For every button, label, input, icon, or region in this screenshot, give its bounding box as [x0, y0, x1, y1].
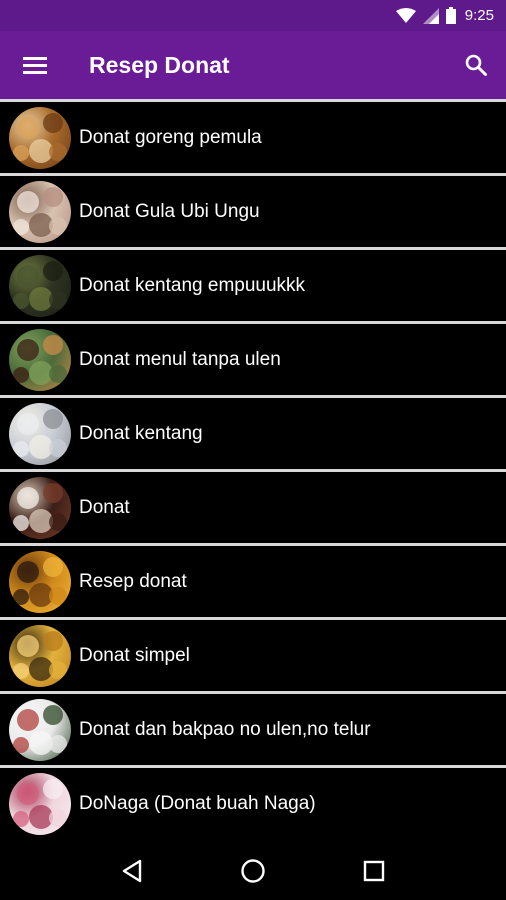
recipe-list: Donat goreng pemula Donat Gula Ubi Ungu … — [0, 99, 506, 839]
recipe-thumbnail — [9, 476, 71, 539]
menu-icon — [23, 57, 47, 74]
thumbnail-spot — [43, 778, 63, 799]
thumbnail-spot — [43, 704, 63, 725]
thumbnail-spot — [17, 782, 39, 805]
list-item[interactable]: Donat kentang empuuukkk — [0, 247, 506, 321]
thumbnail-spot — [13, 588, 29, 605]
recipe-title: Donat menul tanpa ulen — [79, 348, 281, 370]
navigation-bar — [0, 842, 506, 900]
recipe-title: Donat goreng pemula — [79, 126, 262, 148]
thumbnail-spot — [43, 482, 63, 503]
search-button[interactable] — [446, 31, 506, 99]
recipe-thumbnail — [9, 624, 71, 687]
thumbnail-spot — [13, 514, 29, 531]
status-bar: 9:25 — [0, 0, 506, 31]
recipe-title: Resep donat — [79, 570, 187, 592]
recipe-thumbnail — [9, 550, 71, 613]
list-item[interactable]: Donat kentang — [0, 395, 506, 469]
thumbnail-spot — [17, 190, 39, 213]
recipe-title: Donat Gula Ubi Ungu — [79, 200, 260, 222]
thumbnail-spot — [13, 440, 29, 457]
recipe-title: Donat — [79, 496, 130, 518]
recipe-title: Donat kentang — [79, 422, 203, 444]
list-item[interactable]: Resep donat — [0, 543, 506, 617]
thumbnail-spot — [43, 186, 63, 207]
list-item[interactable]: Donat Gula Ubi Ungu — [0, 173, 506, 247]
wifi-icon — [395, 7, 416, 23]
recipe-thumbnail — [9, 698, 71, 761]
thumbnail-spot — [43, 630, 63, 651]
thumbnail-spot — [49, 512, 67, 531]
home-icon — [241, 859, 265, 883]
thumbnail-spot — [49, 660, 67, 679]
back-button[interactable] — [112, 851, 152, 891]
thumbnail-spot — [43, 408, 63, 429]
thumbnail-spot — [17, 338, 39, 361]
list-item[interactable]: Donat menul tanpa ulen — [0, 321, 506, 395]
thumbnail-spot — [49, 808, 67, 827]
recipe-thumbnail — [9, 328, 71, 391]
menu-button[interactable] — [0, 31, 70, 99]
list-item[interactable]: Donat dan bakpao no ulen,no telur — [0, 691, 506, 765]
list-item[interactable]: Donat goreng pemula — [0, 99, 506, 173]
recipe-thumbnail — [9, 106, 71, 169]
thumbnail-spot — [17, 634, 39, 657]
thumbnail-spot — [17, 708, 39, 731]
thumbnail-spot — [49, 290, 67, 309]
thumbnail-spot — [43, 112, 63, 133]
recipe-title: DoNaga (Donat buah Naga) — [79, 792, 316, 814]
recipe-thumbnail — [9, 402, 71, 465]
recipe-title: Donat dan bakpao no ulen,no telur — [79, 718, 371, 740]
thumbnail-spot — [49, 586, 67, 605]
thumbnail-spot — [43, 334, 63, 355]
thumbnail-spot — [17, 486, 39, 509]
recipe-thumbnail — [9, 254, 71, 317]
home-button[interactable] — [233, 851, 273, 891]
thumbnail-spot — [17, 560, 39, 583]
list-item[interactable]: DoNaga (Donat buah Naga) — [0, 765, 506, 839]
app-bar: Resep Donat — [0, 31, 506, 99]
thumbnail-spot — [49, 438, 67, 457]
thumbnail-spot — [17, 116, 39, 139]
recipe-title: Donat kentang empuuukkk — [79, 274, 306, 296]
list-item[interactable]: Donat — [0, 469, 506, 543]
recents-button[interactable] — [354, 851, 394, 891]
back-icon — [123, 859, 142, 883]
thumbnail-spot — [17, 264, 39, 287]
recents-icon — [363, 860, 384, 882]
thumbnail-spot — [13, 736, 29, 753]
recipe-title: Donat simpel — [79, 644, 190, 666]
thumbnail-spot — [49, 142, 67, 161]
thumbnail-spot — [49, 216, 67, 235]
thumbnail-spot — [13, 144, 29, 161]
thumbnail-spot — [43, 260, 63, 281]
page-title: Resep Donat — [89, 51, 230, 78]
thumbnail-spot — [13, 218, 29, 235]
thumbnail-spot — [49, 364, 67, 383]
thumbnail-spot — [13, 810, 29, 827]
thumbnail-spot — [17, 412, 39, 435]
thumbnail-spot — [49, 734, 67, 753]
thumbnail-spot — [13, 662, 29, 679]
thumbnail-spot — [13, 366, 29, 383]
thumbnail-spot — [13, 292, 29, 309]
status-time: 9:25 — [464, 7, 494, 24]
cell-signal-icon — [422, 7, 439, 24]
recipe-thumbnail — [9, 772, 71, 835]
thumbnail-spot — [43, 556, 63, 577]
battery-icon — [445, 7, 456, 24]
list-item[interactable]: Donat simpel — [0, 617, 506, 691]
search-icon — [465, 54, 487, 76]
recipe-thumbnail — [9, 180, 71, 243]
